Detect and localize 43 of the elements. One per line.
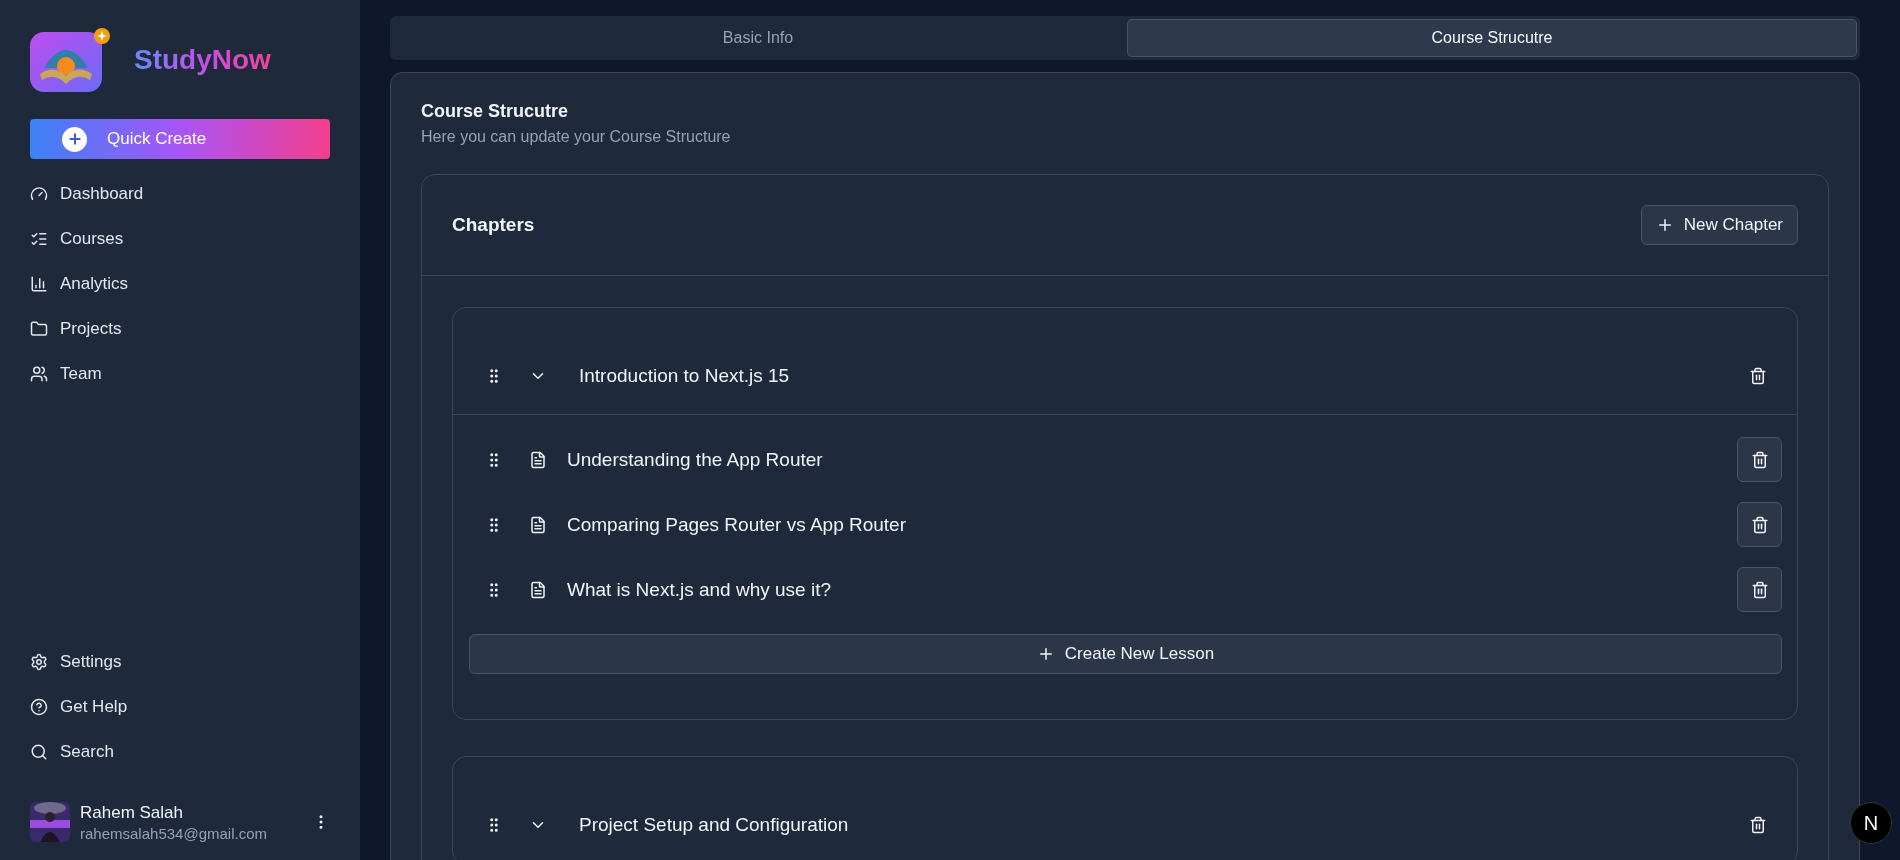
- users-icon: [30, 364, 48, 383]
- quick-create-button[interactable]: Quick Create: [30, 119, 330, 159]
- sidebar-item[interactable]: Settings: [30, 639, 330, 684]
- lesson-title: What is Next.js and why use it?: [567, 578, 832, 601]
- tab[interactable]: Course Strucutre: [1127, 19, 1857, 57]
- sidebar-item[interactable]: Search: [30, 729, 330, 774]
- folder-icon: [30, 319, 48, 338]
- document-icon: [529, 515, 547, 534]
- card-title: Course Strucutre: [421, 101, 570, 122]
- sidebar-item[interactable]: Team: [30, 351, 330, 396]
- new-chapter-button[interactable]: New Chapter: [1640, 205, 1798, 245]
- sidebar-item[interactable]: Analytics: [30, 261, 330, 306]
- sidebar-item[interactable]: Get Help: [30, 684, 330, 729]
- chapter-title: Project Setup and Configuration: [579, 814, 850, 836]
- trash-icon: [1750, 580, 1769, 599]
- trash-icon: [1750, 450, 1769, 469]
- dev-badge[interactable]: N: [1850, 802, 1892, 844]
- card-subtitle: Here you can update your Course Structure: [421, 128, 732, 146]
- plus-icon: [62, 126, 87, 152]
- trash-icon[interactable]: [1749, 816, 1767, 834]
- delete-button[interactable]: [1737, 502, 1782, 547]
- help-icon: [30, 697, 48, 716]
- create-lesson-button[interactable]: Create New Lesson: [469, 634, 1782, 674]
- delete-button[interactable]: [1737, 437, 1782, 482]
- sidebar-item[interactable]: Dashboard: [30, 171, 330, 216]
- trash-icon: [1750, 515, 1769, 534]
- bar-chart-icon: [30, 274, 48, 293]
- lesson-title: Comparing Pages Router vs App Router: [567, 513, 907, 536]
- sidebar-item[interactable]: Projects: [30, 306, 330, 351]
- chapter-title: Introduction to Next.js 15: [579, 365, 791, 387]
- settings-icon: [30, 652, 48, 671]
- tab[interactable]: Basic Info: [393, 19, 1123, 57]
- panel-title: Chapters: [452, 214, 535, 236]
- document-icon: [529, 580, 547, 599]
- lesson-title: Understanding the App Router: [567, 448, 824, 471]
- sidebar-item[interactable]: Courses: [30, 216, 330, 261]
- trash-icon[interactable]: [1749, 367, 1767, 385]
- document-icon: [529, 450, 547, 469]
- user-name: Rahem Salah: [80, 802, 184, 823]
- delete-button[interactable]: [1737, 567, 1782, 612]
- gauge-icon: [30, 184, 48, 203]
- user-email: rahemsalah534@gmail.com: [80, 824, 268, 842]
- search-icon: [30, 742, 48, 761]
